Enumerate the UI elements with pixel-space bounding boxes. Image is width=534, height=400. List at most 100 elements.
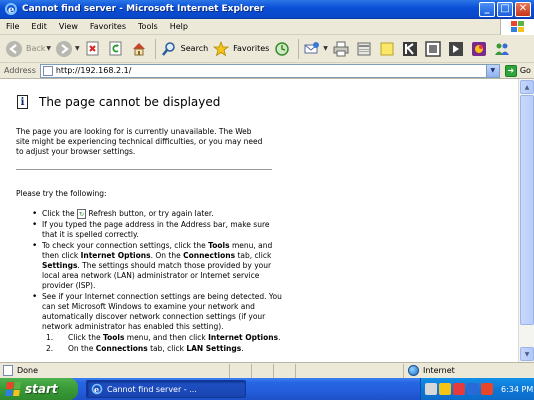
menu-file[interactable]: File [0,22,25,31]
antivirus-icon[interactable] [453,383,465,395]
menu-view[interactable]: View [53,22,84,31]
tip3-h: Settings [42,261,78,270]
address-bar: Address http://192.168.2.1/ ▼ ➜ Go [0,63,534,79]
discuss-button[interactable] [377,37,397,61]
mail-button[interactable]: ▼ [302,37,328,61]
search-icon [159,39,179,59]
tip3-f: Connections [183,251,236,260]
step1-e: . [278,333,281,342]
edit-button[interactable] [354,37,374,61]
zonealarm-icon[interactable] [467,383,479,395]
search-button[interactable]: Search [159,37,208,61]
users-icon [492,39,512,59]
error-header: i The page cannot be displayed [17,95,220,109]
status-cell [296,363,404,378]
scroll-down-icon[interactable]: ▼ [520,347,534,361]
intro-line-2: site might be experiencing technical dif… [16,137,263,146]
address-url[interactable]: http://192.168.2.1/ [56,66,132,75]
clock[interactable]: 6:34 PM [501,385,533,394]
history-button[interactable] [272,37,292,61]
back-arrow-icon [4,39,24,59]
back-button[interactable]: Back ▼ [4,37,51,61]
tip3-e: . On the [150,251,184,260]
windows-logo-icon [500,19,534,35]
tip3-g: tab, click [235,251,272,260]
ie-icon: e [4,2,18,16]
taskbar-window-button[interactable]: e Cannot find server - ... [86,380,246,398]
page-icon [3,365,13,376]
chevron-down-icon[interactable]: ▼ [485,64,499,77]
maximize-button[interactable]: □ [497,1,513,17]
ie-icon: e [91,383,103,395]
forward-button[interactable]: ▼ [54,37,80,61]
alert-icon[interactable] [481,383,493,395]
start-button[interactable]: start [0,378,78,400]
volume-icon[interactable] [439,383,451,395]
step1-b: Tools [102,333,125,342]
scroll-up-icon[interactable]: ▲ [520,80,534,94]
window-title: Cannot find server - Microsoft Internet … [22,4,265,14]
tip1-post: Refresh button, or try again later. [88,209,214,218]
step1-d: Internet Options [208,333,279,342]
minimize-button[interactable]: _ [479,1,495,17]
research-button[interactable] [400,37,420,61]
messenger-button[interactable] [423,37,443,61]
toolbar: Back ▼ ▼ Search Favorites ▼ [0,35,534,63]
media-button[interactable] [446,37,466,61]
intro-line-1: The page you are looking for is currentl… [16,127,252,136]
globe-icon [408,365,419,376]
page-content: i The page cannot be displayed The page … [0,79,518,362]
home-button[interactable] [129,37,149,61]
tool-extra-1[interactable] [469,37,489,61]
note-icon [377,39,397,59]
step-number: 2. [46,344,54,353]
step2-a: On the [68,344,96,353]
taskbar: start e Cannot find server - ... 6:34 PM [0,378,534,400]
go-label: Go [519,66,531,75]
refresh-button[interactable] [106,37,126,61]
scroll-thumb[interactable] [520,95,534,325]
star-icon [211,39,231,59]
search-label: Search [180,44,209,53]
menu-tools[interactable]: Tools [132,22,164,31]
menu-help[interactable]: Help [164,22,194,31]
chevron-down-icon[interactable]: ▼ [46,45,51,52]
status-cell [230,363,252,378]
status-done: Done [0,363,230,378]
stop-button[interactable] [83,37,103,61]
svg-text:e: e [8,5,14,16]
address-input[interactable]: http://192.168.2.1/ ▼ [39,63,500,78]
security-zone[interactable]: Internet [404,364,455,378]
network-icon[interactable] [425,383,437,395]
page-icon [42,65,53,76]
frame-icon [423,39,443,59]
title-bar[interactable]: e Cannot find server - Microsoft Interne… [0,0,534,19]
close-button[interactable]: ✕ [515,1,531,17]
chevron-down-icon[interactable]: ▼ [75,45,80,52]
tip3-d: Internet Options [80,251,151,260]
windows-flag-icon [5,382,21,396]
vertical-scrollbar[interactable]: ▲ ▼ [518,79,534,362]
print-button[interactable] [331,37,351,61]
step2-b: Connections [95,344,148,353]
list-item: To check your connection settings, click… [32,241,282,291]
home-icon [129,39,149,59]
go-button[interactable]: ➜ Go [504,64,531,77]
intro-line-3: to adjust your browser settings. [16,147,136,156]
menu-edit[interactable]: Edit [25,22,53,31]
step-item: 1. Click the Tools menu, and then click I… [42,333,282,343]
step1-c: menu, and then click [124,333,209,342]
stop-icon [83,39,103,59]
menu-favorites[interactable]: Favorites [84,22,132,31]
favorites-button[interactable]: Favorites [211,37,269,61]
step2-c: tab, click [147,344,187,353]
tool-extra-2[interactable] [492,37,512,61]
try-heading: Please try the following: [16,189,107,198]
status-text: Done [17,366,39,375]
menu-bar: File Edit View Favorites Tools Help [0,19,534,35]
tips-list: Click the ↻ Refresh button, or try again… [32,209,282,355]
chevron-down-icon[interactable]: ▼ [323,45,328,52]
go-arrow-icon: ➜ [504,64,517,77]
step2-e: . [241,344,244,353]
svg-text:e: e [94,385,99,395]
